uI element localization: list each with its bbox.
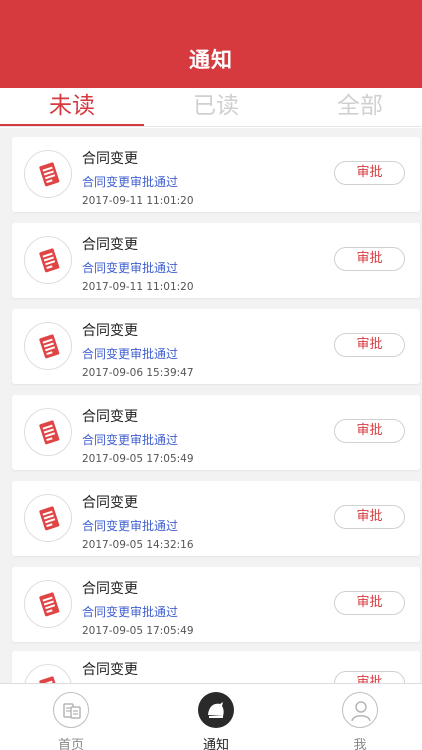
tab-all[interactable]: 全部 [290,88,422,128]
tabbar-label: 通知 [202,738,229,750]
tabbar-label: 首页 [57,738,84,750]
notification-card[interactable]: 合同变更 合同变更审批通过 2017-09-11 11:01:20 审批 [12,137,420,212]
notification-title: 合同变更 [82,581,138,597]
notification-time: 2017-09-05 17:05:49 [82,453,194,465]
tabbar-item-home[interactable]: 首页 [11,684,131,750]
approve-button[interactable]: 审批 [334,247,405,271]
page-title: 通知 [189,48,233,72]
document-icon [24,494,72,542]
tab-unread[interactable]: 未读 [2,88,142,128]
notification-subtitle[interactable]: 合同变更审批通过 [82,345,178,362]
document-icon [24,408,72,456]
document-icon [24,236,72,284]
notification-card[interactable]: 合同变更 合同变更审批通过 2017-09-05 17:05:49 审批 [12,395,420,470]
document-icon [24,664,72,683]
tab-read[interactable]: 已读 [146,88,286,128]
notification-time: 2017-09-11 11:01:20 [82,281,194,293]
document-icon [24,150,72,198]
notification-title: 合同变更 [82,323,138,339]
approve-button[interactable]: 审批 [334,591,405,615]
notification-title: 合同变更 [82,409,138,425]
approve-button[interactable]: 审批 [334,505,405,529]
notification-card[interactable]: 合同变更 审批 [12,651,420,683]
approve-button[interactable]: 审批 [334,419,405,443]
notification-card[interactable]: 合同变更 合同变更审批通过 2017-09-11 11:01:20 审批 [12,223,420,298]
notification-icon [198,692,234,728]
tabbar-item-notification[interactable]: 通知 [156,684,276,750]
notification-time: 2017-09-11 11:01:20 [82,195,194,207]
notification-subtitle[interactable]: 合同变更审批通过 [82,173,178,190]
notification-time: 2017-09-05 17:05:49 [82,625,194,637]
notification-subtitle[interactable]: 合同变更审批通过 [82,603,178,620]
tabbar-label: 我 [353,738,367,750]
notification-list[interactable]: 合同变更 合同变更审批通过 2017-09-11 11:01:20 审批 合同变… [0,127,422,683]
document-icon [24,580,72,628]
notification-card[interactable]: 合同变更 合同变更审批通过 2017-09-06 15:39:47 审批 [12,309,420,384]
notification-title: 合同变更 [82,237,138,253]
approve-button[interactable]: 审批 [334,671,405,683]
tabbar-item-me[interactable]: 我 [300,684,420,750]
notification-title: 合同变更 [82,151,138,167]
user-icon [342,692,378,728]
notification-subtitle[interactable]: 合同变更审批通过 [82,517,178,534]
filter-tabs: 未读 已读 全部 [0,88,422,128]
home-icon [53,692,89,728]
notification-time: 2017-09-05 14:32:16 [82,539,194,551]
notification-card[interactable]: 合同变更 合同变更审批通过 2017-09-05 14:32:16 审批 [12,481,420,556]
document-icon [24,322,72,370]
notification-time: 2017-09-06 15:39:47 [82,367,194,379]
notification-title: 合同变更 [82,495,138,511]
approve-button[interactable]: 审批 [334,333,405,357]
notification-card[interactable]: 合同变更 合同变更审批通过 2017-09-05 17:05:49 审批 [12,567,420,642]
approve-button[interactable]: 审批 [334,161,405,185]
app-header: 通知 [0,0,422,88]
notification-title: 合同变更 [82,662,138,678]
bottom-tab-bar: 首页 通知 我 [0,683,422,750]
notification-subtitle[interactable]: 合同变更审批通过 [82,259,178,276]
notification-subtitle[interactable]: 合同变更审批通过 [82,431,178,448]
